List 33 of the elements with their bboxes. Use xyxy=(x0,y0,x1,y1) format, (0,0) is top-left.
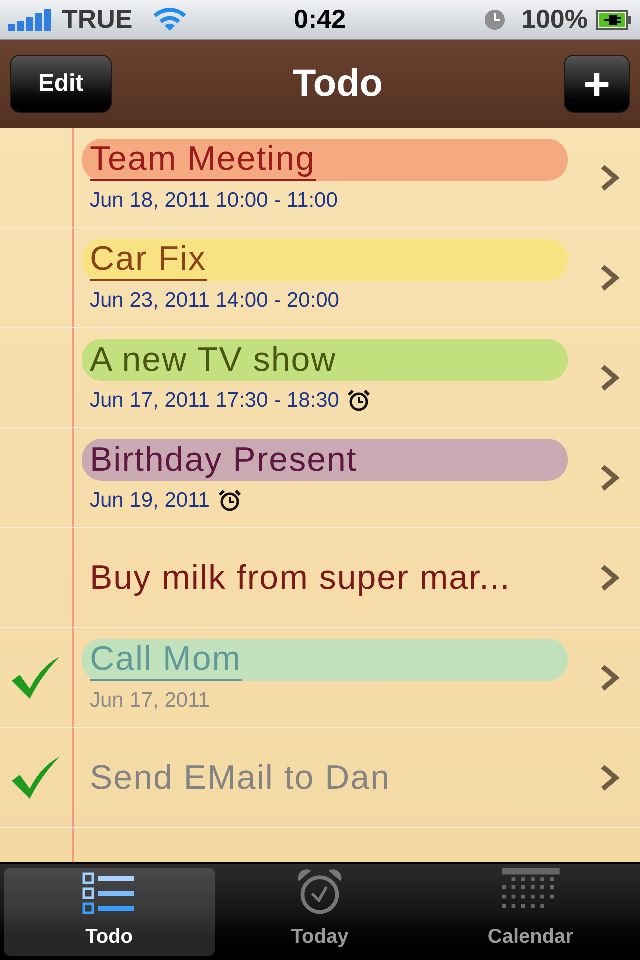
tab-button[interactable]: Today xyxy=(214,868,426,956)
tab-button[interactable]: Todo xyxy=(4,868,215,956)
edit-button[interactable]: Edit xyxy=(10,55,112,113)
chevron-icon xyxy=(600,664,620,692)
chevron-icon xyxy=(600,364,620,392)
clock-time: 0:42 xyxy=(294,3,346,36)
todo-title: A new TV show xyxy=(90,340,337,380)
battery-icon xyxy=(596,8,632,30)
wifi-icon xyxy=(152,6,187,32)
add-button[interactable]: + xyxy=(564,55,630,113)
chevron-icon xyxy=(600,564,620,592)
chevron-icon xyxy=(600,164,620,192)
nav-title: Todo xyxy=(292,62,384,106)
signal-icon xyxy=(8,8,54,30)
todo-date: Jun 17, 2011 17:30 - 18:30 xyxy=(90,388,340,414)
carrier-name: TRUE xyxy=(62,3,133,36)
todo-title: Buy milk from super mar... xyxy=(90,558,511,598)
todo-title: Birthday Present xyxy=(90,440,358,480)
clock-icon xyxy=(484,8,506,30)
tab-button[interactable]: Calendar xyxy=(425,868,636,956)
todo-date: Jun 17, 2011 xyxy=(90,688,210,714)
todo-title: Call Mom xyxy=(90,638,242,681)
battery-percent: 100% xyxy=(522,3,588,36)
chevron-icon xyxy=(600,764,620,792)
todo-date: Jun 19, 2011 xyxy=(90,488,210,514)
chevron-icon xyxy=(600,464,620,492)
checklist-icon xyxy=(82,872,136,916)
todo-date: Jun 18, 2011 10:00 - 11:00 xyxy=(90,188,338,214)
todo-date: Jun 23, 2011 14:00 - 20:00 xyxy=(90,288,340,314)
todo-title: Send EMail to Dan xyxy=(90,758,390,798)
todo-title: Team Meeting xyxy=(90,138,316,181)
chevron-icon xyxy=(600,264,620,292)
todo-title: Car Fix xyxy=(90,238,207,281)
